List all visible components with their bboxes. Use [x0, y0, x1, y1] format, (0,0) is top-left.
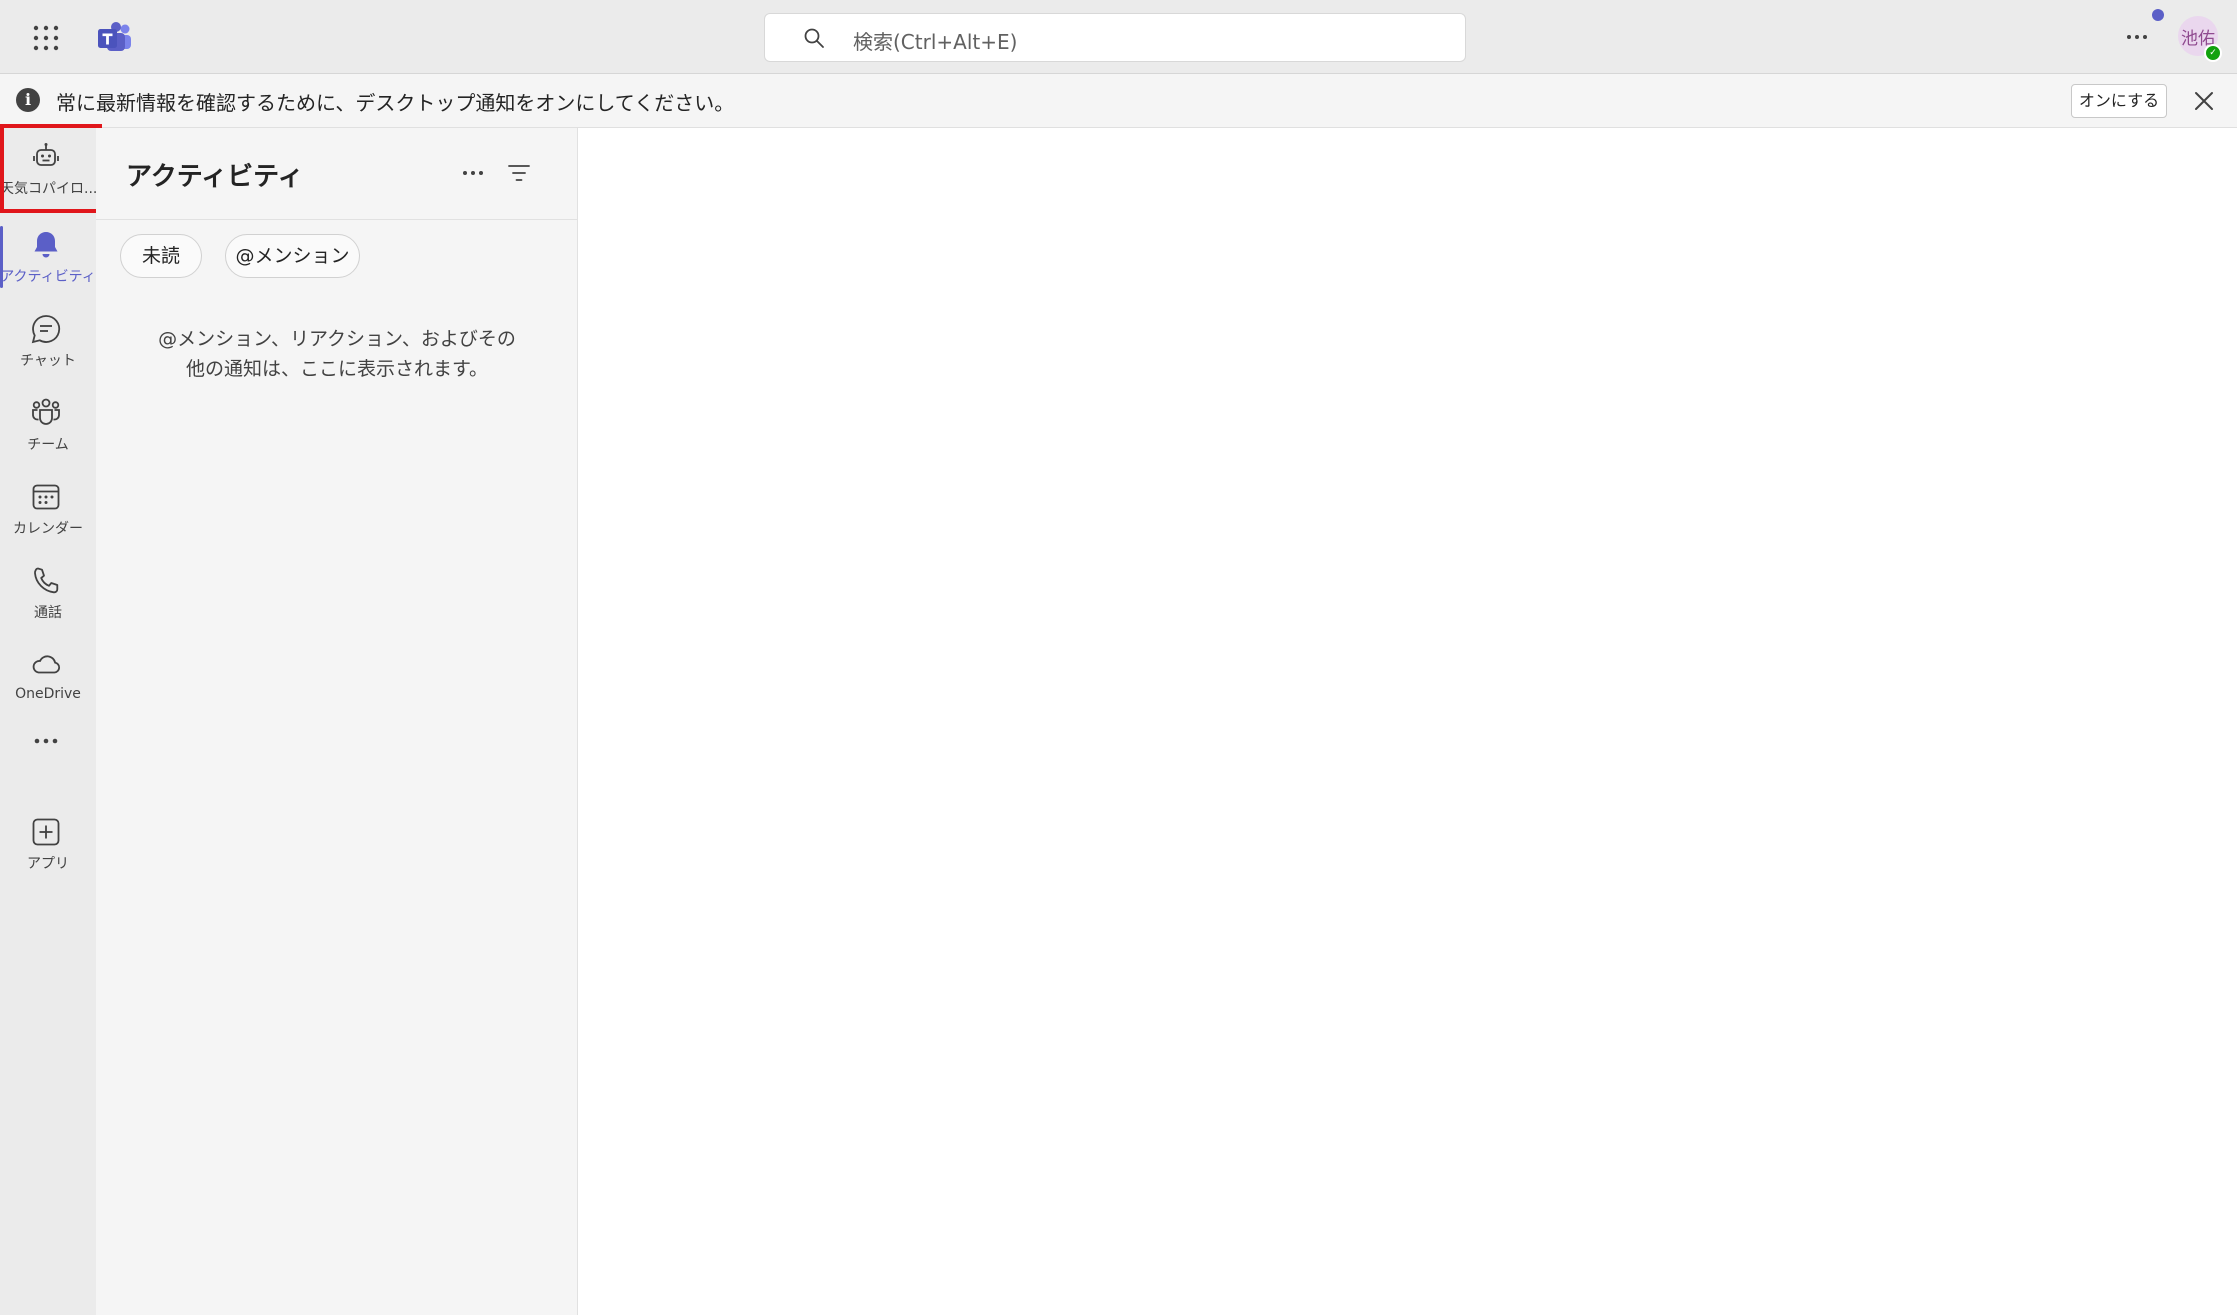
more-icon — [29, 724, 63, 758]
rail-item-chat[interactable]: チャット — [0, 300, 96, 382]
filter-chip-mentions[interactable]: @メンション — [225, 234, 360, 278]
highlight-box — [0, 124, 102, 213]
teams-icon — [29, 396, 63, 430]
rail-item-onedrive[interactable]: OneDrive — [0, 636, 96, 718]
presence-available-icon: ✓ — [2204, 44, 2222, 62]
page-title: アクティビティ — [126, 162, 304, 192]
activity-header: アクティビティ — [96, 128, 578, 220]
title-bar: 検索(Ctrl+Alt+E) 池佑 ✓ — [0, 0, 2237, 74]
rail-item-teams[interactable]: チーム — [0, 384, 96, 466]
rail-item-more[interactable] — [0, 712, 96, 794]
add-app-icon — [29, 815, 63, 849]
chat-icon — [29, 312, 63, 346]
rail-item-label: OneDrive — [15, 686, 81, 702]
calendar-icon — [29, 480, 63, 514]
rail-item-label: チーム — [27, 437, 69, 453]
info-icon: i — [16, 88, 40, 112]
search-icon — [803, 27, 825, 49]
banner-message: 常に最新情報を確認するために、デスクトップ通知をオンにしてください。 — [56, 91, 735, 115]
notification-dot — [2152, 9, 2164, 21]
phone-icon — [29, 564, 63, 598]
rail-item-label: 通話 — [34, 605, 62, 621]
app-launcher-icon[interactable] — [28, 23, 64, 53]
app-rail: 天気コパイロ... アクティビティ チャット チーム カレンダー 通話 OneD… — [0, 128, 96, 1315]
filter-chip-unread[interactable]: 未読 — [120, 234, 202, 278]
rail-item-apps[interactable]: アプリ — [0, 803, 96, 885]
filter-icon[interactable] — [504, 158, 534, 188]
activity-panel: アクティビティ 未読 @メンション @メンション、リアクション、およびその他の通… — [96, 128, 578, 1315]
rail-item-calendar[interactable]: カレンダー — [0, 468, 96, 550]
notification-banner: i 常に最新情報を確認するために、デスクトップ通知をオンにしてください。 オンに… — [0, 74, 2237, 128]
rail-item-label: チャット — [20, 353, 76, 369]
main-content-area — [578, 128, 2237, 1315]
rail-item-label: アクティビティ — [0, 269, 96, 285]
rail-item-activity[interactable]: アクティビティ — [0, 216, 96, 298]
rail-item-label: アプリ — [27, 856, 69, 872]
settings-more-icon[interactable] — [2122, 22, 2152, 52]
teams-logo-icon — [97, 20, 133, 54]
cloud-icon — [29, 648, 63, 682]
bell-icon — [29, 228, 63, 262]
rail-item-label: カレンダー — [13, 521, 83, 537]
search-box[interactable]: 検索(Ctrl+Alt+E) — [764, 13, 1466, 62]
close-icon[interactable] — [2192, 89, 2216, 113]
turn-on-button[interactable]: オンにする — [2071, 84, 2167, 118]
search-placeholder: 検索(Ctrl+Alt+E) — [853, 30, 1018, 54]
rail-item-calls[interactable]: 通話 — [0, 552, 96, 634]
empty-state-message: @メンション、リアクション、およびその他の通知は、ここに表示されます。 — [158, 328, 516, 380]
more-options-icon[interactable] — [458, 158, 488, 188]
